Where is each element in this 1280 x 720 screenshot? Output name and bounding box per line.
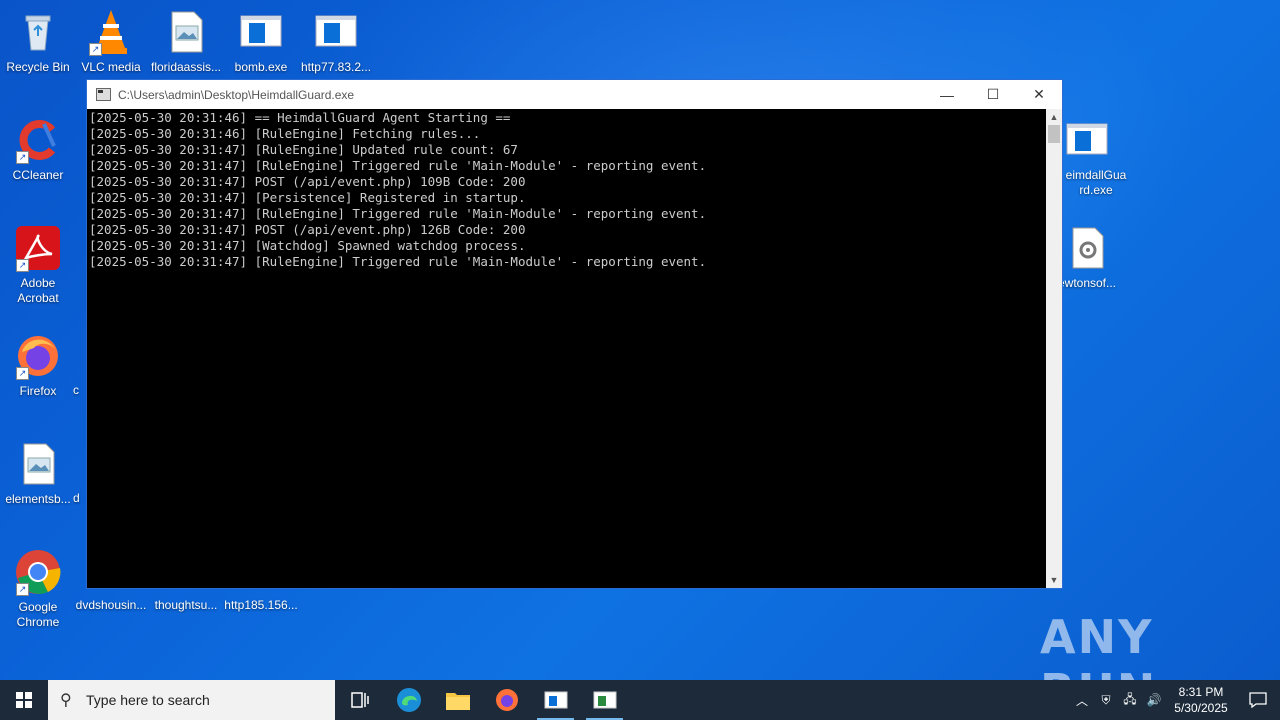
desktop-icon-vlc[interactable]: ↗ VLC media — [73, 8, 149, 75]
desktop: Recycle Bin ↗ CCleaner ↗ Adobe Acrobat ↗… — [0, 0, 1280, 680]
console-line: [2025-05-30 20:31:47] [Persistence] Regi… — [89, 190, 526, 205]
shortcut-arrow-icon: ↗ — [89, 43, 102, 56]
scrollbar-thumb[interactable] — [1048, 125, 1060, 143]
console-line: [2025-05-30 20:31:47] [RuleEngine] Trigg… — [89, 158, 707, 173]
file-explorer-icon — [445, 693, 470, 710]
shortcut-arrow-icon: ↗ — [16, 259, 29, 272]
console-line: [2025-05-30 20:31:47] [Watchdog] Spawned… — [89, 238, 526, 253]
clock-time: 8:31 PM — [1178, 685, 1224, 699]
desktop-icon-http185[interactable]: http185.156... — [223, 598, 299, 613]
search-icon: ⚲ — [60, 692, 72, 709]
scroll-up-arrow-icon[interactable]: ▲ — [1046, 109, 1062, 125]
anyrun-watermark: ANY RUN — [1040, 610, 1155, 680]
vertical-scrollbar[interactable]: ▲ ▼ — [1046, 109, 1062, 588]
taskbar-edge[interactable] — [384, 680, 433, 720]
system-tray: ︿ ⛨ 🖧 🔊 8:31 PM 5/30/2025 — [1070, 680, 1280, 720]
settings-file-icon — [1063, 224, 1111, 272]
edge-icon — [396, 688, 421, 712]
console-line: [2025-05-30 20:31:46] [RuleEngine] Fetch… — [89, 126, 481, 141]
recycle-bin-icon — [14, 8, 62, 56]
image-file-icon — [162, 8, 210, 56]
window-titlebar[interactable]: C:\Users\admin\Desktop\HeimdallGuard.exe… — [87, 80, 1062, 109]
vlc-icon: ↗ — [87, 8, 135, 56]
exe-icon — [237, 8, 285, 56]
console-line: [2025-05-30 20:31:47] POST (/api/event.p… — [89, 222, 526, 237]
taskbar-console-app-2[interactable] — [580, 680, 629, 720]
ccleaner-icon: ↗ — [14, 116, 62, 164]
taskbar-search-box[interactable]: ⚲ Type here to search — [48, 680, 335, 720]
image-file-icon — [14, 440, 62, 488]
notification-icon — [1249, 692, 1267, 708]
defender-icon[interactable]: ⛨ — [1094, 693, 1118, 708]
console-line: [2025-05-30 20:31:47] [RuleEngine] Trigg… — [89, 254, 707, 269]
console-line: [2025-05-30 20:31:47] [RuleEngine] Trigg… — [89, 206, 707, 221]
notification-button[interactable] — [1236, 680, 1280, 720]
partial-icon-label: c — [73, 383, 79, 397]
window-title: C:\Users\admin\Desktop\HeimdallGuard.exe — [118, 87, 355, 102]
minimize-button[interactable]: — — [924, 80, 970, 109]
console-line: [2025-05-30 20:31:47] [RuleEngine] Updat… — [89, 142, 518, 157]
close-button[interactable]: ✕ — [1016, 80, 1062, 109]
desktop-icon-recycle-bin[interactable]: Recycle Bin — [0, 8, 76, 75]
desktop-icon-ccleaner[interactable]: ↗ CCleaner — [0, 116, 76, 183]
desktop-icon-bomb-exe[interactable]: bomb.exe — [223, 8, 299, 75]
exe-icon — [1063, 116, 1111, 164]
desktop-icon-elementsb[interactable]: elementsb... — [0, 440, 76, 507]
shortcut-arrow-icon: ↗ — [16, 151, 29, 164]
desktop-icon-firefox[interactable]: ↗ Firefox — [0, 332, 76, 399]
chrome-icon: ↗ — [14, 548, 62, 596]
desktop-icon-dvdshousin[interactable]: dvdshousin... — [73, 598, 149, 613]
chevron-up-icon[interactable]: ︿ — [1070, 692, 1094, 709]
taskbar-file-explorer[interactable] — [433, 680, 482, 720]
shortcut-arrow-icon: ↗ — [16, 583, 29, 596]
console-output[interactable]: [2025-05-30 20:31:46] == HeimdallGuard A… — [87, 109, 1047, 588]
volume-icon[interactable]: 🔊 — [1142, 693, 1166, 707]
windows-logo-icon — [16, 692, 32, 708]
acrobat-icon: ↗ — [14, 224, 62, 272]
network-icon[interactable]: 🖧 — [1118, 690, 1142, 711]
desktop-icon-thoughtsu[interactable]: thoughtsu... — [148, 598, 224, 613]
desktop-icon-google-chrome[interactable]: ↗ Google Chrome — [0, 548, 76, 630]
clock-date: 5/30/2025 — [1174, 701, 1228, 715]
task-view-button[interactable] — [335, 680, 384, 720]
shortcut-arrow-icon: ↗ — [16, 367, 29, 380]
console-app-icon — [544, 691, 567, 709]
scroll-down-arrow-icon[interactable]: ▼ — [1046, 572, 1062, 588]
partial-icon-label: d — [73, 491, 80, 505]
search-placeholder: Type here to search — [86, 692, 210, 708]
desktop-icon-adobe-acrobat[interactable]: ↗ Adobe Acrobat — [0, 224, 76, 306]
taskbar-firefox[interactable] — [482, 680, 531, 720]
firefox-icon — [495, 689, 518, 711]
clock[interactable]: 8:31 PM 5/30/2025 — [1166, 684, 1236, 716]
console-line: [2025-05-30 20:31:47] POST (/api/event.p… — [89, 174, 526, 189]
desktop-icon-floridaassis[interactable]: floridaassis... — [148, 8, 224, 75]
taskbar-console-app-1[interactable] — [531, 680, 580, 720]
taskbar: ⚲ Type here to search ︿ ⛨ 🖧 🔊 8:31 PM 5/… — [0, 680, 1280, 720]
start-button[interactable] — [0, 680, 48, 720]
console-app-icon — [96, 88, 111, 101]
firefox-icon: ↗ — [14, 332, 62, 380]
console-app-icon — [593, 691, 616, 709]
console-line: [2025-05-30 20:31:46] == HeimdallGuard A… — [89, 110, 511, 125]
console-window[interactable]: C:\Users\admin\Desktop\HeimdallGuard.exe… — [86, 79, 1063, 589]
exe-icon — [312, 8, 360, 56]
desktop-icon-http77[interactable]: http77.83.2... — [298, 8, 374, 75]
maximize-button[interactable]: ☐ — [970, 80, 1016, 109]
task-view-icon — [350, 692, 369, 708]
